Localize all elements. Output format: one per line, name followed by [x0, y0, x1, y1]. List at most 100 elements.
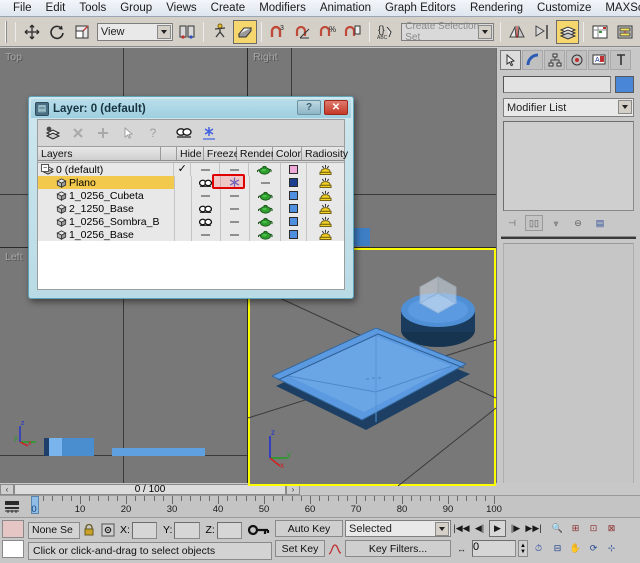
radiosity-cell[interactable] [307, 228, 344, 241]
angle-snap-icon[interactable] [291, 20, 314, 44]
absolute-relative-icon[interactable] [98, 523, 118, 537]
select-and-move-icon[interactable] [20, 20, 43, 44]
menu-item-modifiers[interactable]: Modifiers [252, 1, 313, 15]
dialog-help-button[interactable]: ? [297, 100, 321, 115]
snaps-toggle-icon[interactable] [233, 20, 256, 44]
object-color-swatch[interactable] [615, 76, 634, 93]
dialog-title-bar[interactable]: ▤ Layer: 0 (default) ? ✕ [31, 99, 351, 118]
menu-item-graph-editors[interactable]: Graph Editors [378, 1, 463, 15]
y-coordinate-field[interactable] [174, 522, 199, 539]
layer-name-cell[interactable]: 2_1250_Base [38, 202, 175, 215]
select-and-scale-icon[interactable] [71, 20, 94, 44]
menu-item-customize[interactable]: Customize [530, 1, 598, 15]
current-layer-cell[interactable] [175, 189, 192, 202]
percent-snap-icon[interactable]: % [316, 20, 339, 44]
time-configuration-icon[interactable]: ⏱ [530, 540, 547, 557]
align-icon[interactable] [531, 20, 554, 44]
lock-icon[interactable] [80, 524, 98, 536]
layer-name-cell[interactable]: 1_0256_Sombra_B [38, 215, 175, 228]
table-row[interactable]: −0 (default)✓ [38, 163, 344, 176]
zoom-all-button[interactable]: ⊞ [567, 520, 584, 537]
layer-name-cell[interactable]: Plano [38, 176, 175, 189]
hide-cell[interactable] [192, 189, 221, 202]
freeze-cell[interactable] [221, 215, 250, 228]
color-cell[interactable] [281, 163, 307, 176]
x-coordinate-field[interactable] [132, 522, 157, 539]
menu-item-rendering[interactable]: Rendering [463, 1, 530, 15]
layer-list[interactable]: −0 (default)✓Plano1_0256_Cubeta2_1250_Ba… [38, 162, 344, 289]
reference-coordinate-system-combo[interactable]: View [97, 23, 173, 41]
mirror-icon[interactable] [505, 20, 528, 44]
freeze-cell[interactable] [221, 202, 250, 215]
radiosity-cell[interactable] [307, 189, 344, 202]
remove-modifier-icon[interactable]: ⊖ [569, 215, 587, 231]
zoom-extents-all-button[interactable]: ⊠ [603, 520, 620, 537]
hide-cell[interactable] [192, 215, 221, 228]
table-row[interactable]: 2_1250_Base [38, 202, 344, 215]
current-frame-field[interactable]: 0 [472, 540, 516, 557]
use-center-flyout-icon[interactable] [176, 20, 199, 44]
time-slider-handle[interactable]: 0 / 100 [14, 484, 286, 495]
tab-display[interactable]: A [588, 50, 609, 70]
layer-name-cell[interactable]: −0 (default) [38, 163, 174, 176]
column-header-color[interactable]: Color [273, 147, 302, 160]
column-header-freeze[interactable]: Freeze [204, 147, 237, 160]
tab-utilities[interactable] [610, 50, 631, 70]
snap-3d-icon[interactable]: 3 [266, 20, 289, 44]
render-cell[interactable] [250, 215, 281, 228]
render-cell[interactable] [250, 228, 281, 241]
tab-modify[interactable] [522, 50, 543, 70]
toolbar-grip[interactable] [5, 21, 9, 43]
radiosity-cell[interactable] [307, 215, 344, 228]
menu-item-tools[interactable]: Tools [72, 1, 113, 15]
mini-listener[interactable] [0, 518, 26, 563]
chevron-down-icon-4[interactable] [435, 522, 449, 536]
layer-name-cell[interactable]: 1_0256_Base [38, 228, 175, 241]
render-cell[interactable] [250, 202, 281, 215]
pan-button[interactable]: ✋ [567, 540, 584, 557]
menu-item-group[interactable]: Group [113, 1, 159, 15]
goto-end-button[interactable]: ▶▶| [525, 520, 542, 537]
menu-item-edit[interactable]: Edit [39, 1, 73, 15]
color-cell[interactable] [281, 189, 307, 202]
radiosity-cell[interactable] [307, 176, 344, 189]
menu-item-create[interactable]: Create [204, 1, 253, 15]
chevron-down-icon-3[interactable] [618, 100, 632, 114]
show-end-result-icon[interactable]: ▯▯ [525, 215, 543, 231]
maxscript-listener-white[interactable] [2, 540, 24, 558]
tab-create[interactable] [500, 50, 521, 70]
dialog-close-button[interactable]: ✕ [324, 100, 348, 115]
goto-start-button[interactable]: |◀◀ [453, 520, 470, 537]
chevron-down-icon[interactable] [157, 25, 171, 39]
column-header-current[interactable] [161, 147, 177, 160]
maxscript-listener-pink[interactable] [2, 520, 24, 538]
previous-frame-button[interactable]: ◀| [471, 520, 488, 537]
named-selection-sets-combo[interactable]: Create Selection Set [401, 23, 494, 41]
zoom-button[interactable]: 🔍 [549, 520, 566, 537]
modifier-list-combo[interactable]: Modifier List [503, 98, 634, 117]
modifier-stack-list[interactable] [503, 121, 634, 211]
hide-cell[interactable] [192, 176, 221, 189]
play-animation-button[interactable]: ▶ [489, 520, 506, 537]
layer-manager-dialog[interactable]: ▤ Layer: 0 (default) ? ✕ ? [28, 96, 354, 299]
hide-cell[interactable] [192, 202, 221, 215]
render-cell[interactable] [249, 163, 281, 176]
freeze-cell[interactable] [221, 228, 250, 241]
chevron-down-icon-2[interactable] [478, 25, 492, 39]
arc-rotate-button[interactable]: ⟳ [585, 540, 602, 557]
frame-spinner[interactable]: ▲▼ [518, 540, 528, 557]
auto-key-button[interactable]: Auto Key [275, 520, 343, 537]
table-row[interactable]: 1_0256_Base [38, 228, 344, 241]
object-name-field[interactable] [503, 76, 611, 93]
render-cell[interactable] [250, 189, 281, 202]
current-layer-cell[interactable] [175, 176, 192, 189]
layer-name-cell[interactable]: 1_0256_Cubeta [38, 189, 175, 202]
next-frame-button[interactable]: |▶ [507, 520, 524, 537]
named-selection-sets-icon[interactable]: {}ABC [374, 20, 397, 44]
selection-filter-combo[interactable]: Selected [345, 520, 451, 537]
column-header-layers[interactable]: Layers [38, 147, 161, 160]
color-cell[interactable] [281, 176, 307, 189]
freeze-unfreeze-all-icon[interactable] [198, 123, 220, 143]
table-row[interactable]: 1_0256_Cubeta [38, 189, 344, 202]
set-key-button[interactable]: Set Key [275, 540, 325, 557]
